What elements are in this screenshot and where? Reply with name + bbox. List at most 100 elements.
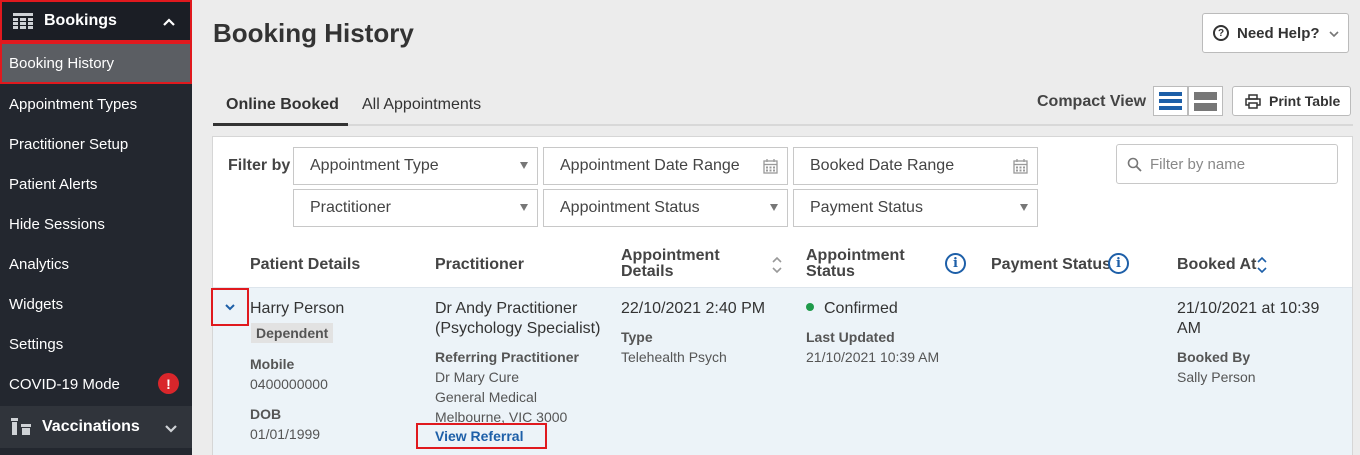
chevron-up-icon: [162, 14, 176, 32]
sidebar-item-label: Patient Alerts: [9, 175, 98, 193]
list-blocks-icon: [1194, 102, 1217, 111]
sidebar-item-covid-19-mode[interactable]: COVID-19 Mode !: [0, 364, 192, 404]
sidebar-item-label: Hide Sessions: [9, 215, 105, 233]
need-help-button[interactable]: ? Need Help?: [1202, 13, 1349, 53]
booked-at-datetime: 21/10/2021 at 10:39: [1177, 300, 1320, 317]
sidebar-item-patient-alerts[interactable]: Patient Alerts: [0, 164, 192, 204]
list-lines-icon: [1159, 106, 1182, 110]
alert-badge-icon: !: [158, 373, 179, 394]
header-line: Status: [806, 263, 855, 280]
booked-by-value: Sally Person: [1177, 369, 1256, 385]
page-title: Booking History: [213, 18, 414, 48]
sidebar-item-label: Booking History: [9, 54, 115, 72]
table-grid-icon: [12, 12, 34, 30]
practitioner-select[interactable]: Practitioner: [293, 189, 538, 227]
appointment-status-select[interactable]: Appointment Status: [543, 189, 788, 227]
sidebar-item-label: Widgets: [9, 295, 64, 313]
expanded-view-toggle[interactable]: [1188, 86, 1223, 116]
info-icon[interactable]: i: [1108, 253, 1129, 274]
header-line: Appointment: [806, 247, 905, 264]
bookings-panel: Filter by Appointment Type Appointment D…: [211, 136, 1353, 455]
appointment-type-label: Type: [621, 329, 653, 345]
compact-view-toggle[interactable]: [1153, 86, 1188, 116]
print-table-button[interactable]: Print Table: [1232, 86, 1351, 116]
question-circle-icon: ?: [1213, 25, 1229, 41]
column-header-practitioner: Practitioner: [435, 256, 524, 273]
mobile-value: 0400000000: [250, 376, 328, 392]
row-expand-button[interactable]: [211, 288, 249, 326]
sidebar-item-label: Settings: [9, 335, 64, 353]
calendar-icon: [763, 159, 778, 174]
view-referral-link[interactable]: View Referral: [416, 423, 547, 449]
caret-down-icon: [1020, 204, 1028, 211]
info-icon[interactable]: i: [945, 253, 966, 274]
sort-icon[interactable]: [771, 256, 783, 274]
last-updated-label: Last Updated: [806, 329, 895, 345]
booked-at-datetime-cont: AM: [1177, 320, 1201, 337]
main-content: Booking History ? Need Help? Online Book…: [192, 0, 1360, 455]
appointment-type-select[interactable]: Appointment Type: [293, 147, 538, 185]
referring-practitioner-name: Dr Mary Cure: [435, 369, 520, 385]
column-header-booked-at[interactable]: Booked At: [1177, 257, 1256, 273]
sidebar-section-bookings[interactable]: Bookings: [0, 0, 192, 42]
chevron-down-icon: [1328, 25, 1340, 42]
sidebar-item-label: COVID-19 Mode: [9, 375, 120, 393]
booked-date-range-picker[interactable]: Booked Date Range: [793, 147, 1038, 185]
column-header-patient-details: Patient Details: [250, 256, 361, 273]
date-range-placeholder: Booked Date Range: [810, 157, 955, 174]
patient-name: Harry Person: [250, 300, 345, 317]
header-line: Appointment: [621, 247, 720, 264]
select-value: Appointment Status: [560, 199, 700, 216]
chevron-down-icon: [164, 421, 178, 439]
payment-status-select[interactable]: Payment Status: [793, 189, 1038, 227]
filter-by-name-input[interactable]: Filter by name: [1116, 144, 1338, 184]
date-range-placeholder: Appointment Date Range: [560, 157, 740, 174]
list-blocks-icon: [1194, 91, 1217, 100]
list-lines-icon: [1159, 92, 1182, 96]
active-tab-indicator: [213, 123, 348, 126]
tab-all-appointments[interactable]: All Appointments: [362, 96, 481, 114]
referring-practitioner-label: Referring Practitioner: [435, 349, 579, 365]
sidebar-item-settings[interactable]: Settings: [0, 324, 192, 364]
search-icon: [1127, 157, 1142, 172]
tab-online-booked[interactable]: Online Booked: [226, 96, 339, 114]
calendar-icon: [1013, 159, 1028, 174]
select-value: Payment Status: [810, 199, 923, 216]
sidebar-section-label: Bookings: [44, 12, 117, 29]
sidebar-item-label: Analytics: [9, 255, 70, 273]
sidebar-item-practitioner-setup[interactable]: Practitioner Setup: [0, 124, 192, 164]
need-help-label: Need Help?: [1237, 24, 1320, 42]
chevron-down-icon: [225, 304, 235, 311]
list-lines-icon: [1159, 99, 1182, 103]
sidebar-item-appointment-types[interactable]: Appointment Types: [0, 84, 192, 124]
referring-clinic: General Medical: [435, 389, 537, 405]
appointment-date-range-picker[interactable]: Appointment Date Range: [543, 147, 788, 185]
sidebar: Bookings Booking History Appointment Typ…: [0, 0, 192, 455]
table-row: Harry Person Dependent Mobile 0400000000…: [211, 287, 1352, 455]
mobile-label: Mobile: [250, 356, 295, 372]
column-header-payment-status: Payment Status: [991, 256, 1112, 273]
dependent-badge: Dependent: [251, 323, 334, 343]
caret-down-icon: [520, 204, 528, 211]
appointment-datetime: 22/10/2021 2:40 PM: [621, 300, 766, 317]
select-value: Appointment Type: [310, 157, 439, 174]
booked-by-label: Booked By: [1177, 349, 1251, 365]
sidebar-item-analytics[interactable]: Analytics: [0, 244, 192, 284]
compact-view-label: Compact View: [1037, 93, 1147, 110]
search-placeholder: Filter by name: [1150, 155, 1246, 173]
header-line: Details: [621, 263, 674, 280]
sidebar-item-widgets[interactable]: Widgets: [0, 284, 192, 324]
last-updated-value: 21/10/2021 10:39 AM: [806, 349, 940, 365]
sidebar-section-label: Vaccinations: [42, 418, 140, 435]
dob-value: 01/01/1999: [250, 426, 321, 442]
sidebar-section-vaccinations[interactable]: Vaccinations: [0, 406, 192, 448]
column-header-appointment-details[interactable]: Appointment Details: [621, 248, 720, 280]
caret-down-icon: [770, 204, 778, 211]
sidebar-item-booking-history[interactable]: Booking History: [0, 42, 192, 84]
printer-icon: [1245, 93, 1261, 109]
column-header-appointment-status: Appointment Status: [806, 248, 905, 280]
filter-by-label: Filter by: [228, 157, 291, 174]
sort-icon[interactable]: [1256, 256, 1268, 274]
print-table-label: Print Table: [1269, 93, 1341, 109]
sidebar-item-hide-sessions[interactable]: Hide Sessions: [0, 204, 192, 244]
